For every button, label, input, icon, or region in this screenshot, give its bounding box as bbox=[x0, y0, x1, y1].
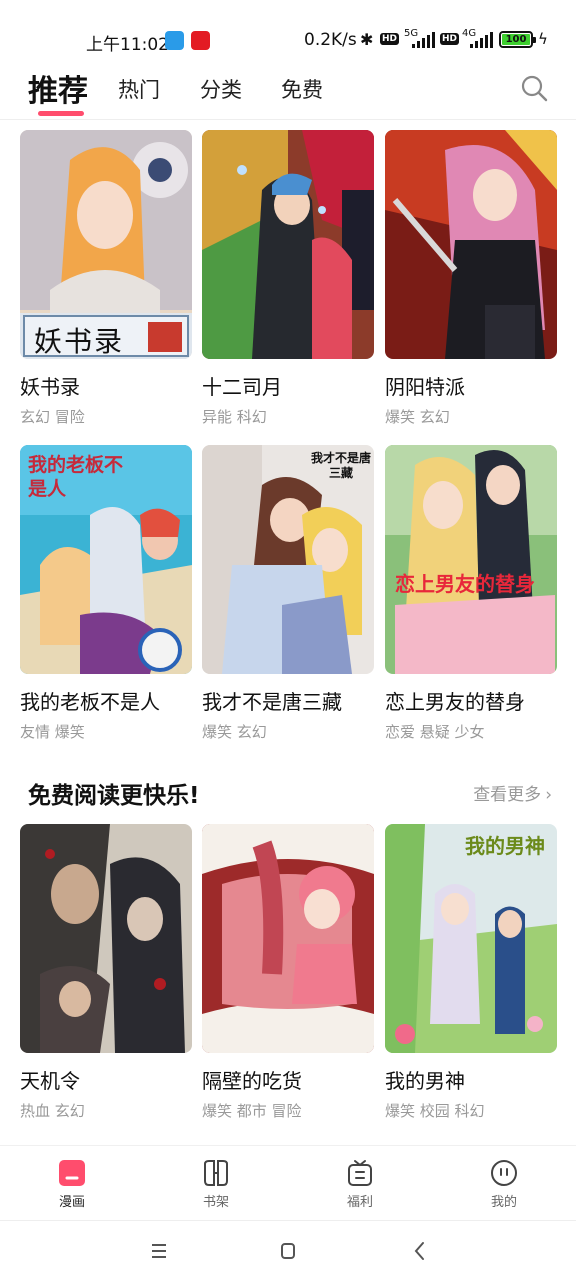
see-more-label: 查看更多 bbox=[473, 785, 542, 805]
comic-tags: 热血 玄幻 bbox=[20, 1102, 85, 1120]
bookshelf-icon bbox=[204, 1160, 228, 1186]
cover-text: 恋上男友的替身 bbox=[395, 572, 535, 596]
comic-cover[interactable]: 我的老板不是人 bbox=[20, 445, 192, 674]
comic-card[interactable]: 阴阳特派 爆笑 玄幻 bbox=[385, 130, 557, 427]
chevron-right-icon: › bbox=[545, 785, 552, 805]
comic-title[interactable]: 阴阳特派 bbox=[385, 371, 557, 400]
nav-comic[interactable]: 漫画 bbox=[32, 1158, 112, 1210]
profile-icon bbox=[491, 1160, 517, 1186]
signal-icon-2 bbox=[470, 32, 493, 48]
comic-tags: 爆笑 玄幻 bbox=[385, 408, 450, 426]
comic-title[interactable]: 我的老板不是人 bbox=[20, 686, 192, 715]
battery-icon: 100 bbox=[499, 31, 536, 48]
comic-card[interactable]: 十二司月 异能 科幻 bbox=[202, 130, 374, 427]
telegram-icon bbox=[165, 31, 184, 50]
active-tab-indicator bbox=[38, 111, 84, 116]
comic-tags: 友情 爆笑 bbox=[20, 723, 85, 741]
comic-tags: 爆笑 都市 冒险 bbox=[202, 1102, 302, 1120]
header-divider bbox=[0, 119, 576, 120]
back-icon[interactable] bbox=[405, 1239, 435, 1263]
comic-card[interactable]: 我的男神 我的男神 爆笑 校园 科幻 bbox=[385, 824, 557, 1121]
free-section-header: 免费阅读更快乐! 查看更多 › bbox=[28, 776, 552, 810]
comic-cover[interactable] bbox=[385, 130, 557, 359]
comic-card[interactable]: 妖书录 妖书录 玄幻 冒险 bbox=[20, 130, 192, 427]
tab-hot[interactable]: 热门 bbox=[118, 74, 160, 104]
gift-icon bbox=[348, 1160, 372, 1186]
comic-title[interactable]: 恋上男友的替身 bbox=[385, 686, 557, 715]
nav-label: 福利 bbox=[346, 1195, 373, 1210]
nav-profile[interactable]: 我的 bbox=[464, 1158, 544, 1210]
menu-icon[interactable] bbox=[144, 1239, 174, 1263]
nav-label: 漫画 bbox=[58, 1195, 85, 1210]
comic-card[interactable]: 我的老板不是人 我的老板不是人 友情 爆笑 bbox=[20, 445, 192, 742]
nav-label: 我的 bbox=[490, 1195, 517, 1210]
comic-card[interactable]: 恋上男友的替身 恋上男友的替身 恋爱 悬疑 少女 bbox=[385, 445, 557, 742]
hd-badge-2: HD bbox=[440, 33, 460, 45]
cover-text: 我才不是唐三藏 bbox=[310, 451, 371, 480]
top-tabs: 推荐 热门 分类 免费 bbox=[0, 66, 576, 118]
comic-cover[interactable]: 恋上男友的替身 bbox=[385, 445, 557, 674]
nav-bookshelf[interactable]: 书架 bbox=[176, 1158, 256, 1210]
status-time: 上午11:02 bbox=[86, 35, 169, 55]
home-icon[interactable] bbox=[273, 1239, 303, 1263]
bluetooth-icon: ✱ bbox=[360, 30, 374, 49]
nav-label: 书架 bbox=[202, 1195, 229, 1210]
comic-cover[interactable]: 妖书录 bbox=[20, 130, 192, 359]
comic-title[interactable]: 十二司月 bbox=[202, 371, 374, 400]
comic-tags: 爆笑 玄幻 bbox=[202, 723, 267, 741]
comic-title[interactable]: 隔壁的吃货 bbox=[202, 1065, 374, 1094]
comic-cover[interactable]: 我才不是唐三藏 bbox=[202, 445, 374, 674]
signal-icon bbox=[412, 32, 435, 48]
comic-cover[interactable]: 我的男神 bbox=[385, 824, 557, 1053]
net-speed: 0.2K/s bbox=[304, 30, 357, 50]
cover-text: 我的男神 bbox=[465, 834, 545, 858]
nav-benefits[interactable]: 福利 bbox=[320, 1158, 400, 1210]
cover-text: 妖书录 bbox=[34, 325, 125, 358]
charging-icon: ϟ bbox=[538, 30, 548, 48]
comic-tags: 异能 科幻 bbox=[202, 408, 267, 426]
comic-title[interactable]: 妖书录 bbox=[20, 371, 192, 400]
hd-badge: HD bbox=[380, 33, 400, 45]
comic-tags: 爆笑 校园 科幻 bbox=[385, 1102, 485, 1120]
comic-tags: 恋爱 悬疑 少女 bbox=[385, 723, 485, 741]
tesla-icon bbox=[191, 31, 210, 50]
system-nav-bar bbox=[0, 1220, 576, 1280]
comic-cover[interactable] bbox=[202, 824, 374, 1053]
comic-cover[interactable] bbox=[202, 130, 374, 359]
see-more-link[interactable]: 查看更多 › bbox=[473, 780, 552, 805]
tab-free[interactable]: 免费 bbox=[281, 74, 323, 104]
comic-card[interactable]: 天机令 热血 玄幻 bbox=[20, 824, 192, 1121]
comic-card[interactable]: 隔壁的吃货 爆笑 都市 冒险 bbox=[202, 824, 374, 1121]
tab-recommend[interactable]: 推荐 bbox=[28, 66, 88, 110]
comic-title[interactable]: 我的男神 bbox=[385, 1065, 557, 1094]
comic-tags: 玄幻 冒险 bbox=[20, 408, 85, 426]
tab-category[interactable]: 分类 bbox=[200, 74, 242, 104]
comic-title[interactable]: 天机令 bbox=[20, 1065, 192, 1094]
bottom-nav: 漫画 书架 福利 我的 bbox=[0, 1145, 576, 1220]
comic-title[interactable]: 我才不是唐三藏 bbox=[202, 686, 374, 715]
cover-text: 我的老板不是人 bbox=[28, 454, 124, 500]
comic-icon bbox=[59, 1160, 85, 1186]
comic-cover[interactable] bbox=[20, 824, 192, 1053]
comic-card[interactable]: 我才不是唐三藏 我才不是唐三藏 爆笑 玄幻 bbox=[202, 445, 374, 742]
search-icon[interactable] bbox=[520, 74, 548, 102]
section-title: 免费阅读更快乐! bbox=[28, 783, 200, 809]
